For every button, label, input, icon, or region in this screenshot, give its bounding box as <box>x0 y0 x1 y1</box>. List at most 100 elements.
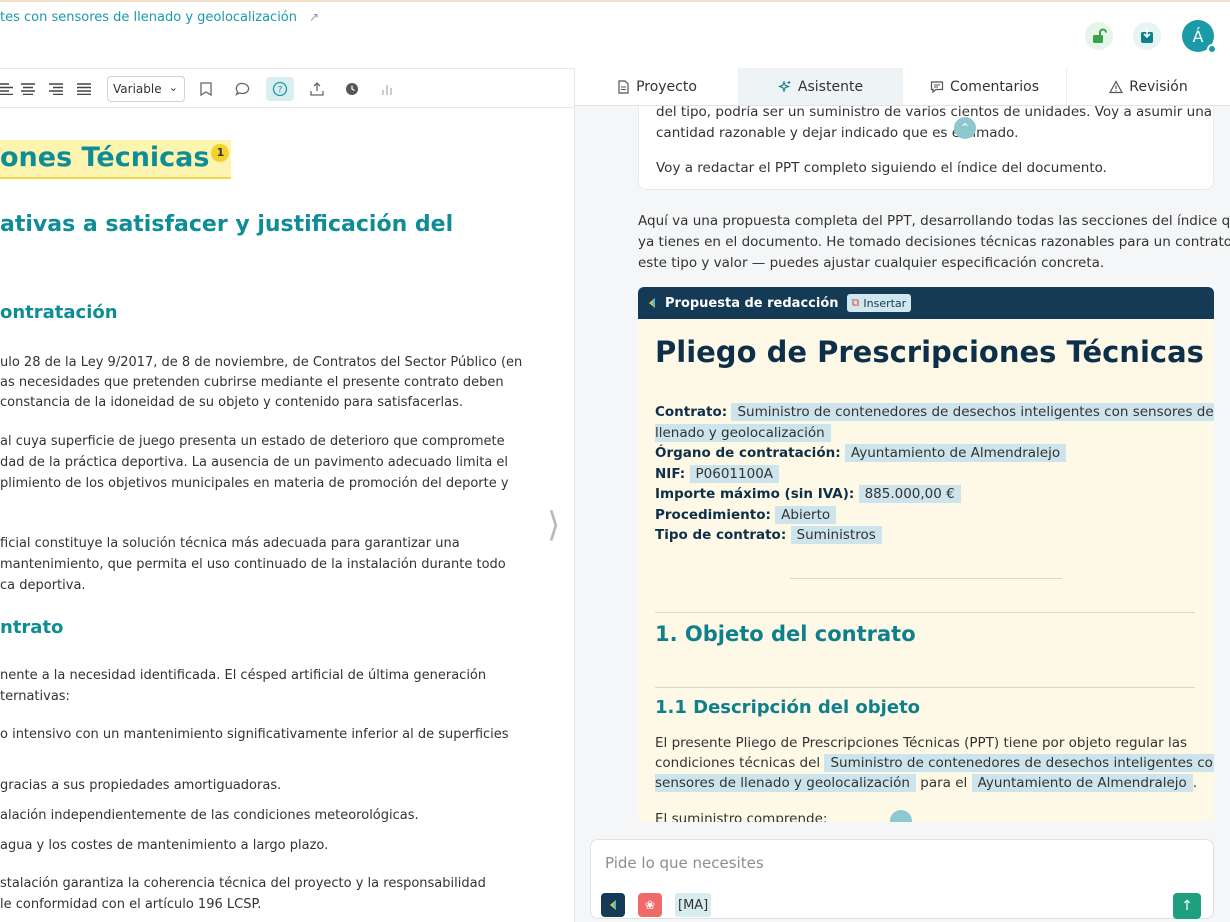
field-label: Procedimiento: <box>655 507 771 523</box>
paw-icon: ❀ <box>644 898 656 912</box>
align-left-icon[interactable] <box>0 77 14 101</box>
paragraph-line: ternativas: <box>0 689 70 704</box>
field-label: Contrato: <box>655 404 728 420</box>
panel-tabs: Proyecto Asistente Comentarios Revisión <box>575 68 1230 106</box>
paragraph-line: mantenimiento, que permita el uso contin… <box>0 557 506 572</box>
align-justify-icon[interactable] <box>76 77 92 101</box>
editor-toolbar: Variable ⌄ ? <box>0 68 574 108</box>
history-button[interactable] <box>343 77 361 101</box>
chat-input[interactable] <box>605 854 1165 872</box>
description-line: El presente Pliego de Prescripciones Téc… <box>655 735 1187 751</box>
comment-icon <box>234 82 249 96</box>
paragraph-line: nente a la necesidad identificada. El cé… <box>0 668 487 683</box>
assistant-intro-line: este tipo y valor — puedes ajustar cualq… <box>638 255 1105 271</box>
description-text: condiciones técnicas del <box>655 755 821 771</box>
chevron-down-icon: ⌄ <box>895 814 907 822</box>
tab-comentarios[interactable]: Comentarios <box>903 68 1067 105</box>
assistant-intro-line: Aquí va una propuesta completa del PPT, … <box>638 213 1230 229</box>
bookmark-button[interactable] <box>198 77 214 101</box>
section-heading: ativas a satisfacer y justificación del <box>0 212 454 237</box>
user-avatar[interactable]: Á <box>1182 20 1217 54</box>
field-label: NIF: <box>655 466 686 482</box>
message-line: del tipo, podría ser un suministro de va… <box>656 106 1213 120</box>
tab-asistente[interactable]: Asistente <box>739 68 903 105</box>
description-line: sensores de llenado y geolocalización pa… <box>655 774 1197 792</box>
procedimiento-field: Procedimiento: Abierto <box>655 506 837 524</box>
field-value: Ayuntamiento de Almendralejo <box>844 444 1067 462</box>
collapse-panel-chevron-icon[interactable]: ⟩ <box>547 505 560 545</box>
help-button[interactable]: ? <box>266 77 294 101</box>
message-line: Voy a redactar el PPT completo siguiendo… <box>656 160 1107 176</box>
proposal-title: Pliego de Prescripciones Técnicas <box>655 335 1204 369</box>
align-right-icon[interactable] <box>48 77 64 101</box>
paragraph-line: plimiento de los objetivos municipales e… <box>0 476 509 491</box>
chevron-up-icon: ⌃ <box>959 121 971 135</box>
divider <box>790 578 1062 579</box>
draft-proposal-card: Propuesta de redacción ⧉ Insertar Pliego … <box>638 287 1214 822</box>
document-heading: ones Técnicas 1 <box>0 140 232 179</box>
unlock-button[interactable] <box>1085 22 1113 50</box>
avatar-initial: Á <box>1192 26 1204 46</box>
bar-chart-icon <box>382 85 392 95</box>
agent-logo-icon <box>610 900 616 910</box>
paw-button[interactable]: ❀ <box>638 893 662 917</box>
sparkle-icon <box>777 79 791 93</box>
list-item: alación independientemente de las condic… <box>0 808 419 823</box>
insert-label: Insertar <box>863 296 907 310</box>
clock-icon <box>346 83 358 95</box>
export-button[interactable] <box>308 77 326 101</box>
save-icon <box>1141 29 1153 43</box>
tab-label: Revisión <box>1129 78 1188 95</box>
context-chip[interactable]: [MA] <box>675 893 712 917</box>
arrow-up-icon: ↑ <box>1181 898 1193 914</box>
field-value: 885.000,00 € <box>858 485 961 503</box>
field-value: Abierto <box>775 506 837 524</box>
paragraph-line: constancia de la idoneidad de su objeto … <box>0 395 464 410</box>
tab-label: Proyecto <box>636 78 697 95</box>
contract-field: Contrato: Suministro de contenedores de … <box>655 403 1214 421</box>
paragraph-line: stalación garantiza la coherencia técnic… <box>0 876 486 891</box>
send-button[interactable]: ↑ <box>1173 893 1201 919</box>
document-title-link[interactable]: tes con sensores de llenado y geolocaliz… <box>0 10 319 25</box>
chat-composer: ❀ [MA] ↑ <box>590 839 1214 919</box>
bookmark-icon <box>200 82 212 96</box>
insert-button[interactable]: ⧉ Insertar <box>846 294 912 312</box>
comment-icon <box>930 80 944 93</box>
description-text: para el <box>920 775 968 791</box>
subsection-heading: 1.1 Descripción del objeto <box>655 697 921 718</box>
online-status-dot <box>1207 44 1217 54</box>
subsection-heading-contratacion: ontratación <box>0 302 118 323</box>
assistant-message-card: del tipo, podría ser un suministro de va… <box>638 106 1214 190</box>
save-button[interactable] <box>1133 22 1161 50</box>
highlighted-value: Ayuntamiento de Almendralejo <box>971 774 1193 792</box>
top-header: tes con sensores de llenado y geolocaliz… <box>0 0 1230 68</box>
field-value: Suministro de contenedores de desechos i… <box>731 403 1214 421</box>
upload-icon <box>310 82 324 96</box>
stats-button[interactable] <box>378 77 396 101</box>
document-title-text[interactable]: tes con sensores de llenado y geolocaliz… <box>0 10 297 25</box>
svg-text:?: ? <box>278 86 283 96</box>
tipo-field: Tipo de contrato: Suministros <box>655 526 882 544</box>
file-icon <box>618 79 629 94</box>
tab-proyecto[interactable]: Proyecto <box>575 68 739 105</box>
paragraph-line: dad de la práctica deportiva. La ausenci… <box>0 455 509 470</box>
field-value: P0601100A <box>689 465 780 483</box>
nif-field: NIF: P0601100A <box>655 465 780 483</box>
field-label: Órgano de contratación: <box>655 445 841 461</box>
proposal-header: Propuesta de redacción ⧉ Insertar <box>638 287 1214 319</box>
chat-thread[interactable]: del tipo, podría ser un suministro de va… <box>575 106 1230 822</box>
variable-style-select[interactable]: Variable ⌄ <box>107 76 185 102</box>
list-item: o intensivo con un mantenimiento signifi… <box>0 727 509 742</box>
align-center-icon[interactable] <box>20 77 36 101</box>
comment-button[interactable] <box>233 77 251 101</box>
tab-revision[interactable]: Revisión <box>1067 68 1230 105</box>
list-item: agua y los costes de mantenimiento a lar… <box>0 838 329 853</box>
contract-field-continued: llenado y geolocalización <box>655 424 831 442</box>
paragraph-line: ficial constituye la solución técnica má… <box>0 536 460 551</box>
external-link-icon[interactable]: ↗ <box>309 10 319 24</box>
subsection-heading-contrato: ntrato <box>0 617 64 638</box>
agent-button[interactable] <box>601 893 625 917</box>
document-editor[interactable]: ones Técnicas 1 ativas a satisfacer y jus… <box>0 108 574 922</box>
scroll-up-button[interactable]: ⌃ <box>954 117 976 139</box>
comment-count-badge[interactable]: 1 <box>211 144 230 162</box>
